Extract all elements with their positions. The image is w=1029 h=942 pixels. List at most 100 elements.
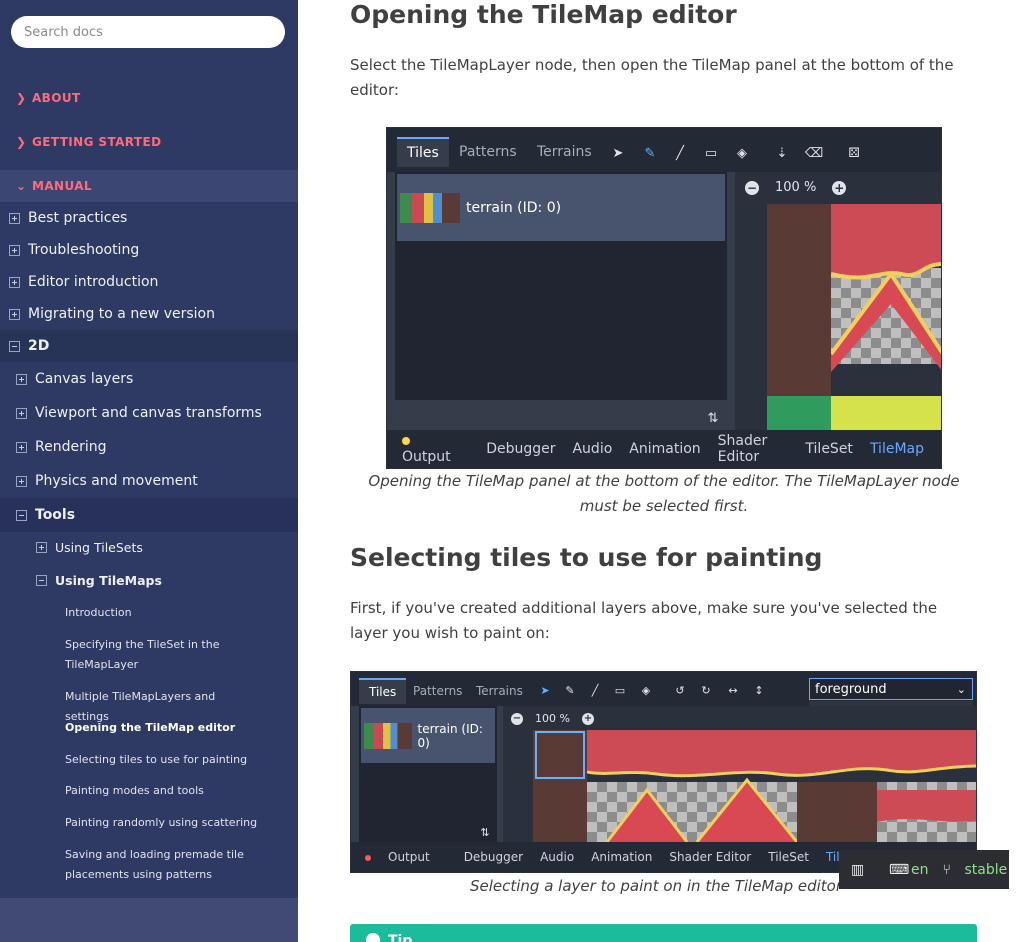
collapse-icon — [9, 340, 20, 352]
nav-item-using-tilemaps[interactable]: Using TileMaps — [0, 564, 298, 597]
nav-section-label: ABOUT — [32, 91, 81, 105]
zoom-out-icon: − — [745, 180, 759, 195]
nav-item-label: 2D — [28, 338, 50, 354]
tab-patterns: Patterns — [449, 137, 527, 167]
nav-item-label: Viewport and canvas transforms — [35, 405, 262, 421]
toc-opening-editor[interactable]: Opening the TileMap editor — [0, 718, 298, 738]
status-dot-icon — [365, 855, 371, 861]
toc-specifying-tileset[interactable]: Specifying the TileSet in the TileMapLay… — [0, 635, 298, 675]
branch-icon: ⑂ — [942, 861, 951, 878]
tab-patterns: Patterns — [403, 678, 472, 704]
nav-section-getting-started[interactable]: ❯ GETTING STARTED — [0, 126, 298, 158]
tile-source-label: terrain (ID: 0) — [466, 199, 562, 216]
tile-terrain-art — [831, 204, 941, 400]
toc-label: Introduction — [65, 606, 132, 619]
nav-item-canvas-layers[interactable]: Canvas layers — [0, 362, 298, 396]
info-icon — [366, 933, 380, 942]
bottom-tab-label: Output — [402, 449, 451, 465]
nav-item-label: Using TileMaps — [55, 573, 162, 588]
toc-label: Selecting tiles to use for painting — [65, 753, 248, 766]
nav-item-rendering[interactable]: Rendering — [0, 430, 298, 464]
tile-yellow — [831, 396, 941, 432]
tab-label: Terrains — [537, 144, 592, 160]
eraser-tool-icon: ⌫ — [804, 145, 824, 161]
nav-item-migrating[interactable]: Migrating to a new version — [0, 298, 298, 330]
tile-atlas-view: − 100 % + — [503, 706, 976, 842]
tab-label: Patterns — [413, 684, 463, 698]
tab-tiles: Tiles — [359, 678, 407, 704]
rect-tool-icon: ▭ — [614, 683, 626, 697]
nav-item-viewport-transforms[interactable]: Viewport and canvas transforms — [0, 396, 298, 430]
bottom-tab-shader-editor: Shader Editor — [669, 850, 752, 864]
paint-tool-icon: ✎ — [644, 145, 656, 161]
expand-icon — [9, 308, 20, 320]
nav-section-about[interactable]: ❯ ABOUT — [0, 82, 298, 114]
section-heading-opening-editor: Opening the TileMap editor — [350, 0, 737, 29]
editor-screenshot-layer-select: Tiles Patterns Terrains ➤ ✎ ╱ ▭ ◈ ↺ ↻ ↔ … — [350, 671, 977, 873]
tile-selection-highlight — [535, 731, 585, 779]
nav-item-using-tilesets[interactable]: Using TileSets — [0, 531, 298, 564]
toc-label: Specifying the TileSet in the TileMapLay… — [65, 638, 220, 671]
flip-vertical-icon: ↕ — [754, 683, 764, 697]
picker-tool-icon: ⇣ — [776, 145, 788, 161]
toc-selecting-tiles[interactable]: Selecting tiles to use for painting — [0, 750, 298, 770]
nav-item-label: Troubleshooting — [28, 242, 140, 258]
tile-brown-column — [767, 204, 831, 396]
sort-icon: ⇅ — [707, 410, 719, 426]
editor-toolbar: Tiles Patterns Terrains ➤ ✎ ╱ ▭ ◈ ⇣ ⌫ ⚄ — [387, 128, 941, 172]
bottom-tab-tileset: TileSet — [768, 850, 809, 864]
chevron-down-icon: ⌄ — [16, 179, 27, 193]
collapse-icon — [16, 509, 27, 521]
search-input[interactable] — [11, 16, 285, 48]
bucket-tool-icon: ◈ — [737, 145, 747, 161]
bottom-tab-output: Output — [402, 433, 469, 465]
nav-item-troubleshooting[interactable]: Troubleshooting — [0, 234, 298, 266]
tile-terrain-art — [587, 730, 976, 842]
nav-section-manual[interactable]: ⌄ MANUAL — [0, 170, 298, 202]
zoom-in-icon: + — [832, 180, 847, 195]
bottom-tab-shader-editor: Shader Editor — [717, 433, 768, 465]
toc-label: Opening the TileMap editor — [65, 721, 236, 734]
bottom-tab-animation: Animation — [629, 441, 701, 457]
tab-terrains: Terrains — [466, 678, 533, 704]
tileset-thumbnail — [364, 722, 412, 749]
nav-item-label: Editor introduction — [28, 274, 159, 290]
bottom-tab-label: Output — [388, 850, 430, 864]
zoom-controls: − 100 % + — [745, 180, 847, 195]
zoom-level: 100 % — [535, 712, 570, 725]
toc-introduction[interactable]: Introduction — [0, 603, 298, 623]
nav-item-physics[interactable]: Physics and movement — [0, 464, 298, 498]
bottom-tab-audio: Audio — [572, 441, 613, 457]
expand-icon — [16, 441, 27, 453]
nav-item-editor-introduction[interactable]: Editor introduction — [0, 266, 298, 298]
nav-section-label: MANUAL — [32, 179, 92, 193]
tab-label: Terrains — [476, 684, 523, 698]
nav-item-best-practices[interactable]: Best practices — [0, 202, 298, 234]
bottom-tab-debugger: Debugger — [486, 441, 556, 457]
select-tool-icon: ➤ — [612, 145, 624, 161]
nav-item-label: Tools — [35, 507, 76, 523]
toc-painting-randomly[interactable]: Painting randomly using scattering — [0, 813, 298, 833]
tab-tiles: Tiles — [397, 137, 449, 167]
sort-icon: ⇅ — [480, 825, 490, 839]
nav-item-label: Best practices — [28, 210, 128, 226]
tile-source-item: terrain (ID: 0) — [397, 174, 725, 241]
figure-caption-1: Opening the TileMap panel at the bottom … — [368, 472, 960, 515]
nav-item-label: Physics and movement — [35, 473, 198, 489]
tip-admonition: Tip — [350, 924, 977, 942]
content-area: Opening the TileMap editor Select the Ti… — [298, 0, 1029, 942]
nav-item-label: Canvas layers — [35, 371, 134, 387]
bottom-tab-output: Output — [365, 850, 447, 864]
bottom-tab-tileset: TileSet — [805, 441, 853, 457]
toc-patterns[interactable]: Saving and loading premade tile placemen… — [0, 845, 298, 885]
toc-painting-modes[interactable]: Painting modes and tools — [0, 781, 298, 801]
version-badge[interactable]: ▥ ⌨ en ⑂ stable — [839, 850, 1009, 889]
book-icon: ▥ — [851, 861, 865, 878]
expand-icon — [9, 244, 20, 256]
nav-item-2d[interactable]: 2D — [0, 330, 298, 362]
nav-item-tools[interactable]: Tools — [0, 498, 298, 532]
nav-item-label: Using TileSets — [55, 540, 143, 555]
rotate-right-icon: ↻ — [701, 683, 711, 697]
zoom-out-icon: − — [511, 712, 523, 725]
expand-icon — [9, 212, 20, 224]
